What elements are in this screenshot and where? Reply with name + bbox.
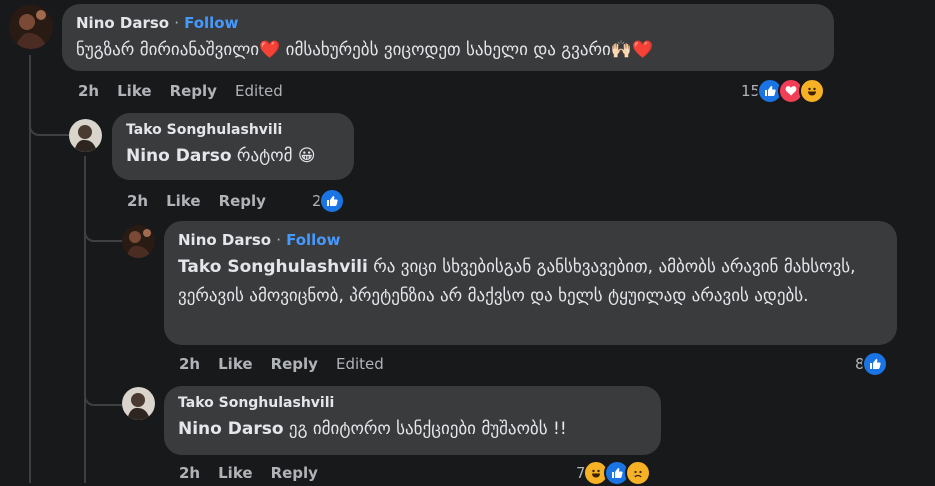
comment-actions: 2h Like Reply Edited — [179, 355, 384, 373]
reply-bubble: Tako Songhulashvili Nino Darso ეგ იმიტორ… — [164, 386, 661, 455]
avatar[interactable] — [122, 225, 155, 258]
mention-link[interactable]: Nino Darso — [126, 146, 232, 166]
comment-author[interactable]: Tako Songhulashvili — [178, 395, 647, 411]
edited-label[interactable]: Edited — [235, 82, 283, 100]
thread-elbow — [84, 218, 122, 242]
reply-button[interactable]: Reply — [219, 192, 266, 210]
reply-bubble: Nino Darso · Follow Tako Songhulashvili … — [164, 221, 897, 345]
like-icon — [318, 188, 345, 214]
comment-actions: 2h Like Reply — [127, 192, 266, 210]
thread-line — [84, 156, 86, 483]
comment-text: რატომ 😀 — [231, 146, 316, 166]
avatar[interactable] — [122, 387, 155, 420]
haha-icon — [799, 78, 826, 104]
reply-button[interactable]: Reply — [271, 464, 318, 482]
comment-author[interactable]: Tako Songhulashvili — [126, 122, 340, 138]
comment-actions: 2h Like Reply Edited — [78, 82, 283, 100]
like-button[interactable]: Like — [117, 82, 151, 100]
comment-body: Nino Darso რატომ 😀 — [126, 142, 340, 171]
comment-text: ეგ იმიტორო სანქციები მუშაობს !! — [283, 419, 567, 439]
like-button[interactable]: Like — [166, 192, 200, 210]
sad-icon — [624, 460, 651, 486]
timestamp[interactable]: 2h — [127, 192, 148, 210]
reply-bubble: Tako Songhulashvili Nino Darso რატომ 😀 — [112, 113, 354, 180]
timestamp[interactable]: 2h — [78, 82, 99, 100]
reply-button[interactable]: Reply — [271, 355, 318, 373]
comment-author[interactable]: Nino Darso — [178, 231, 271, 249]
comment-body: Tako Songhulashvili რა ვიცი სხვებისგან გ… — [178, 253, 883, 311]
comment-author[interactable]: Nino Darso — [76, 14, 169, 32]
reaction-summary[interactable]: 2 — [312, 188, 345, 214]
mention-link[interactable]: Tako Songhulashvili — [178, 257, 368, 277]
follow-button[interactable]: Follow — [184, 14, 238, 32]
mention-link[interactable]: Nino Darso — [178, 419, 284, 439]
like-icon — [861, 351, 888, 377]
thread-elbow — [29, 110, 69, 136]
thread-elbow — [84, 380, 122, 406]
edited-label[interactable]: Edited — [336, 355, 384, 373]
comment-body: Nino Darso ეგ იმიტორო სანქციები მუშაობს … — [178, 415, 647, 444]
reply-button[interactable]: Reply — [170, 82, 217, 100]
avatar[interactable] — [69, 119, 102, 152]
comment-text: ნუგზარ მირიანაშვილი❤️ იმსახურებს ვიცოდეთ… — [76, 40, 654, 60]
comment-bubble: Nino Darso · Follow ნუგზარ მირიანაშვილი❤… — [62, 4, 834, 71]
like-button[interactable]: Like — [218, 355, 252, 373]
separator: · — [276, 231, 281, 249]
like-button[interactable]: Like — [218, 464, 252, 482]
reaction-summary[interactable]: 8 — [855, 351, 888, 377]
avatar[interactable] — [9, 5, 53, 49]
follow-button[interactable]: Follow — [286, 231, 340, 249]
separator: · — [174, 14, 179, 32]
timestamp[interactable]: 2h — [179, 464, 200, 482]
reaction-summary[interactable]: 15 — [741, 78, 826, 104]
reaction-summary[interactable]: 7 — [576, 460, 651, 486]
timestamp[interactable]: 2h — [179, 355, 200, 373]
comment-actions: 2h Like Reply — [179, 464, 318, 482]
